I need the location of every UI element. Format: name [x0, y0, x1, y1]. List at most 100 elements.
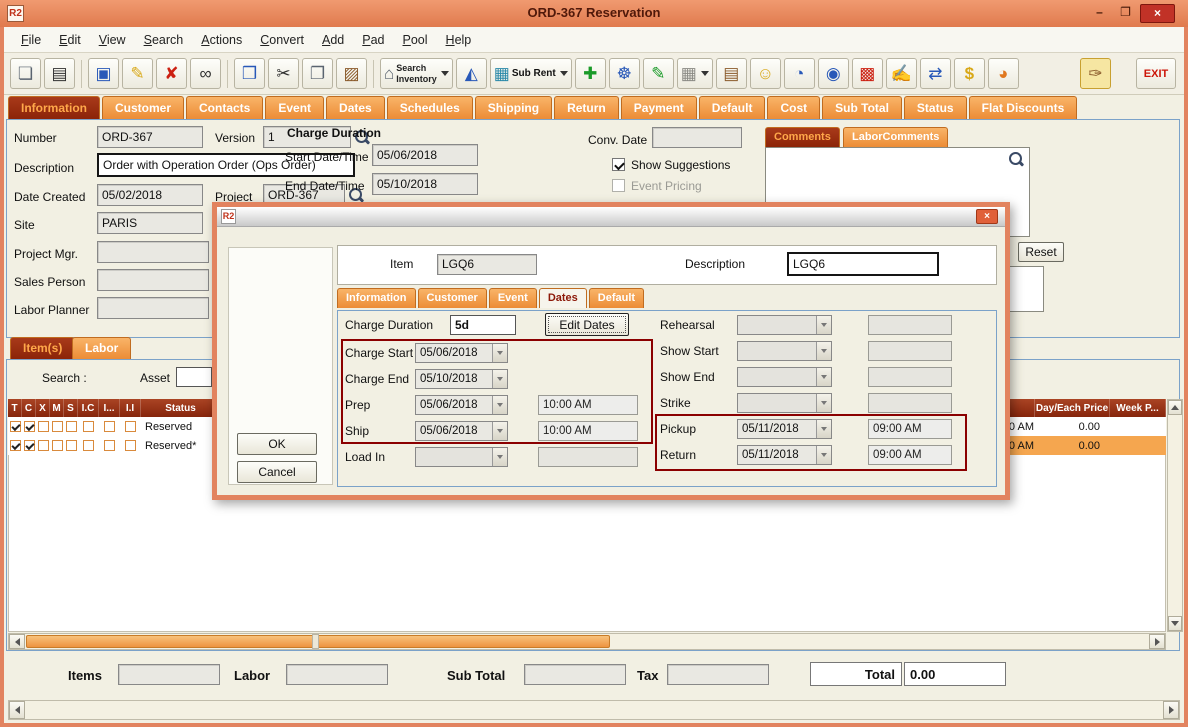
row-checkbox[interactable]	[38, 421, 49, 432]
menu-edit[interactable]: Edit	[50, 30, 90, 50]
strike-dropdown[interactable]	[737, 393, 832, 413]
exit-button[interactable]: EXIT	[1136, 58, 1176, 89]
dropdown-arrow-icon[interactable]	[816, 420, 831, 438]
menu-file[interactable]: File	[12, 30, 50, 50]
shapes-button[interactable]: ◭	[456, 58, 487, 89]
close-button[interactable]: ×	[1140, 4, 1175, 23]
dialog-tab-event[interactable]: Event	[489, 288, 537, 308]
search-inventory-button[interactable]: ⌂ Search Inventory	[380, 58, 453, 89]
date-created-field[interactable]: 05/02/2018	[97, 184, 203, 206]
row-checkbox-cell[interactable]	[22, 417, 36, 436]
tab-contacts[interactable]: Contacts	[186, 96, 263, 119]
number-field[interactable]: ORD-367	[97, 126, 203, 148]
cube-button[interactable]: ▩	[852, 58, 883, 89]
row-checkbox[interactable]	[38, 440, 49, 451]
tab-flat-discounts[interactable]: Flat Discounts	[969, 96, 1078, 119]
minimize-button[interactable]: –	[1088, 4, 1111, 23]
ship-time-field[interactable]: 10:00 AM	[538, 421, 638, 441]
ok-button[interactable]: OK	[237, 433, 317, 455]
show-suggestions-checkbox[interactable]	[612, 158, 625, 171]
asset-field[interactable]	[176, 367, 212, 387]
comments-search-icon[interactable]	[1008, 151, 1025, 168]
row-checkbox-cell[interactable]	[50, 436, 64, 455]
row-checkbox[interactable]	[52, 440, 63, 451]
row-checkbox-cell[interactable]	[64, 436, 78, 455]
row-checkbox[interactable]	[66, 440, 77, 451]
tab-dates[interactable]: Dates	[326, 96, 385, 119]
delete-button[interactable]: ✘	[156, 58, 187, 89]
tax-field[interactable]	[667, 664, 769, 685]
dropdown-caret-icon[interactable]	[560, 71, 568, 76]
load-in-time-field[interactable]	[538, 447, 638, 467]
ship-date-dropdown[interactable]: 05/06/2018	[415, 421, 508, 441]
add-button[interactable]: ✚	[575, 58, 606, 89]
dialog-tab-customer[interactable]: Customer	[418, 288, 487, 308]
dropdown-arrow-icon[interactable]	[816, 316, 831, 334]
tab-return[interactable]: Return	[554, 96, 619, 119]
row-checkbox[interactable]	[52, 421, 63, 432]
dropdown-arrow-icon[interactable]	[492, 344, 507, 362]
tab-payment[interactable]: Payment	[621, 96, 697, 119]
tab-event[interactable]: Event	[265, 96, 324, 119]
scroll-left-button[interactable]	[9, 634, 25, 649]
dialog-tab-dates[interactable]: Dates	[539, 288, 587, 308]
dropdown-caret-icon[interactable]	[701, 71, 709, 76]
disc-button[interactable]: ◉	[818, 58, 849, 89]
notes-button[interactable]: ✍	[886, 58, 917, 89]
item-field[interactable]: LGQ6	[437, 254, 537, 275]
money-button[interactable]: $	[954, 58, 985, 89]
row-checkbox-cell[interactable]	[50, 417, 64, 436]
tab-schedules[interactable]: Schedules	[387, 96, 473, 119]
dialog-description-field[interactable]: LGQ6	[787, 252, 939, 276]
chart-button[interactable]: ◕	[988, 58, 1019, 89]
row-checkbox[interactable]	[66, 421, 77, 432]
menu-convert[interactable]: Convert	[251, 30, 313, 50]
charge-end-dropdown[interactable]: 05/10/2018	[415, 369, 508, 389]
row-checkbox-cell[interactable]	[78, 417, 99, 436]
tab-sub-total[interactable]: Sub Total	[822, 96, 902, 119]
tab-items[interactable]: Item(s)	[10, 337, 75, 359]
sales-person-field[interactable]	[97, 269, 209, 291]
dialog-close-button[interactable]: ×	[976, 209, 998, 224]
labor-planner-field[interactable]	[97, 297, 209, 319]
menu-view[interactable]: View	[90, 30, 135, 50]
tab-labor[interactable]: Labor	[72, 337, 131, 359]
dropdown-arrow-icon[interactable]	[492, 370, 507, 388]
row-checkbox-cell[interactable]	[99, 436, 120, 455]
row-checkbox[interactable]	[10, 440, 21, 451]
row-checkbox-cell[interactable]	[8, 417, 22, 436]
save-button[interactable]: ▣	[88, 58, 119, 89]
menu-pad[interactable]: Pad	[353, 30, 393, 50]
show-start-dropdown[interactable]	[737, 341, 832, 361]
show-end-time-field[interactable]	[868, 367, 952, 387]
row-checkbox-cell[interactable]	[36, 436, 50, 455]
total-value-field[interactable]: 0.00	[904, 662, 1006, 686]
scroll-right-button[interactable]	[1163, 701, 1179, 719]
row-checkbox-cell[interactable]	[120, 417, 141, 436]
menu-actions[interactable]: Actions	[192, 30, 251, 50]
reset-button[interactable]: Reset	[1018, 242, 1064, 262]
tab-information[interactable]: Information	[8, 96, 100, 119]
rehearsal-time-field[interactable]	[868, 315, 952, 335]
tab-customer[interactable]: Customer	[102, 96, 184, 119]
pickup-time-field[interactable]: 09:00 AM	[868, 419, 952, 439]
prep-date-dropdown[interactable]: 05/06/2018	[415, 395, 508, 415]
row-checkbox[interactable]	[24, 421, 35, 432]
menu-pool[interactable]: Pool	[394, 30, 437, 50]
cancel-button[interactable]: Cancel	[237, 461, 317, 483]
scroll-left-button[interactable]	[9, 701, 25, 719]
dropdown-arrow-icon[interactable]	[492, 396, 507, 414]
dropdown-arrow-icon[interactable]	[492, 448, 507, 466]
dropdown-arrow-icon[interactable]	[816, 446, 831, 464]
return-time-field[interactable]: 09:00 AM	[868, 445, 952, 465]
row-checkbox-cell[interactable]	[22, 436, 36, 455]
paste-button[interactable]: ▨	[336, 58, 367, 89]
charge-duration-field[interactable]: 5d	[450, 315, 516, 335]
row-checkbox[interactable]	[83, 421, 94, 432]
dropdown-arrow-icon[interactable]	[816, 394, 831, 412]
labor-total-field[interactable]	[286, 664, 388, 685]
charge-start-dropdown[interactable]: 05/06/2018	[415, 343, 508, 363]
edit-dates-button[interactable]: Edit Dates	[545, 313, 629, 336]
row-checkbox-cell[interactable]	[64, 417, 78, 436]
row-checkbox[interactable]	[104, 440, 115, 451]
